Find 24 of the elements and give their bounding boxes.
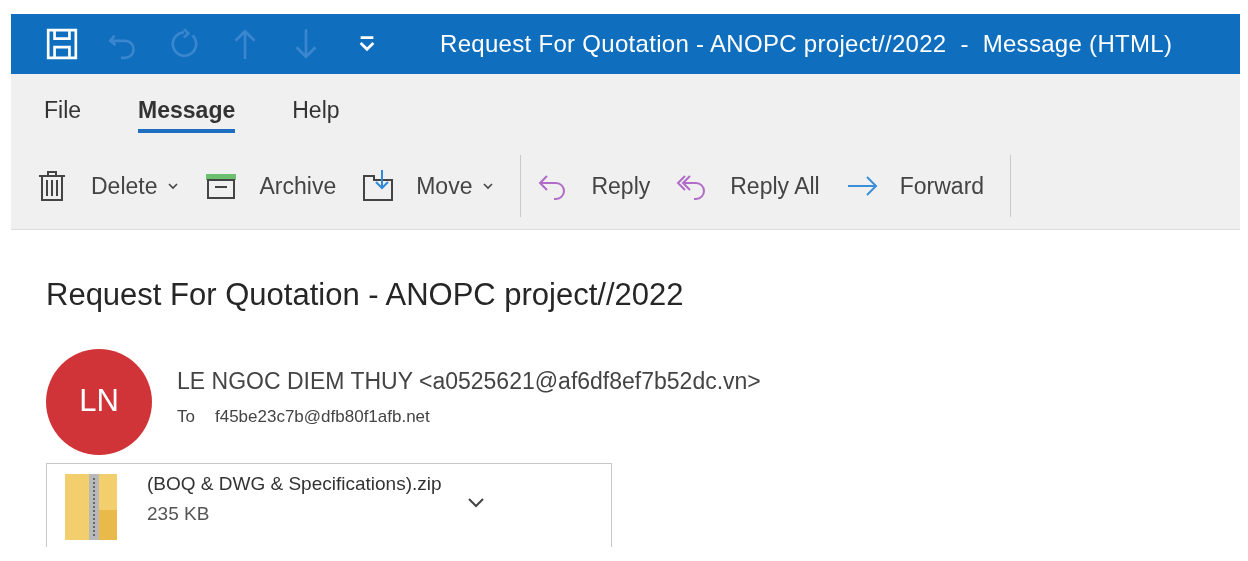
caret-icon bbox=[167, 182, 180, 190]
toolbar-button[interactable]: Reply All bbox=[676, 168, 820, 204]
save-icon[interactable] bbox=[45, 27, 79, 61]
toolbar-button[interactable]: Archive bbox=[205, 168, 337, 204]
zip-folder-icon bbox=[65, 473, 117, 540]
toolbar-button[interactable]: Forward bbox=[845, 168, 985, 204]
to-label: To bbox=[177, 406, 195, 428]
sender-name: LE NGOC DIEM THUY <a0525621@af6df8ef7b52dc.vn> bbox=[177, 366, 761, 396]
window-title: Request For Quotation - ANOPC project//2022 - Message (HTML) bbox=[440, 29, 1173, 59]
caret-icon bbox=[482, 182, 495, 190]
folder-arrow-icon bbox=[362, 170, 395, 202]
chevron-down-icon[interactable] bbox=[467, 497, 484, 508]
toolbar-button[interactable]: Reply bbox=[537, 168, 651, 204]
ribbon-tab[interactable]: Message bbox=[138, 92, 236, 134]
ribbon-tab[interactable]: File bbox=[44, 92, 82, 134]
attachment-size: 235 KB bbox=[147, 502, 211, 526]
sender-avatar: LN bbox=[46, 348, 152, 455]
toolbar-button[interactable]: Move bbox=[362, 168, 495, 204]
message-subject: Request For Quotation - ANOPC project//2022 bbox=[46, 276, 685, 314]
attachment-name: (BOQ & DWG & Specifications).zip bbox=[147, 471, 442, 496]
toolbar-button[interactable]: Delete bbox=[37, 168, 180, 204]
recipient-address: f45be23c7b@dfb80f1afb.net bbox=[214, 406, 430, 428]
ribbon-tab[interactable]: Help bbox=[292, 92, 340, 134]
attachment-card[interactable]: (BOQ & DWG & Specifications).zip 235 KB bbox=[46, 462, 612, 547]
